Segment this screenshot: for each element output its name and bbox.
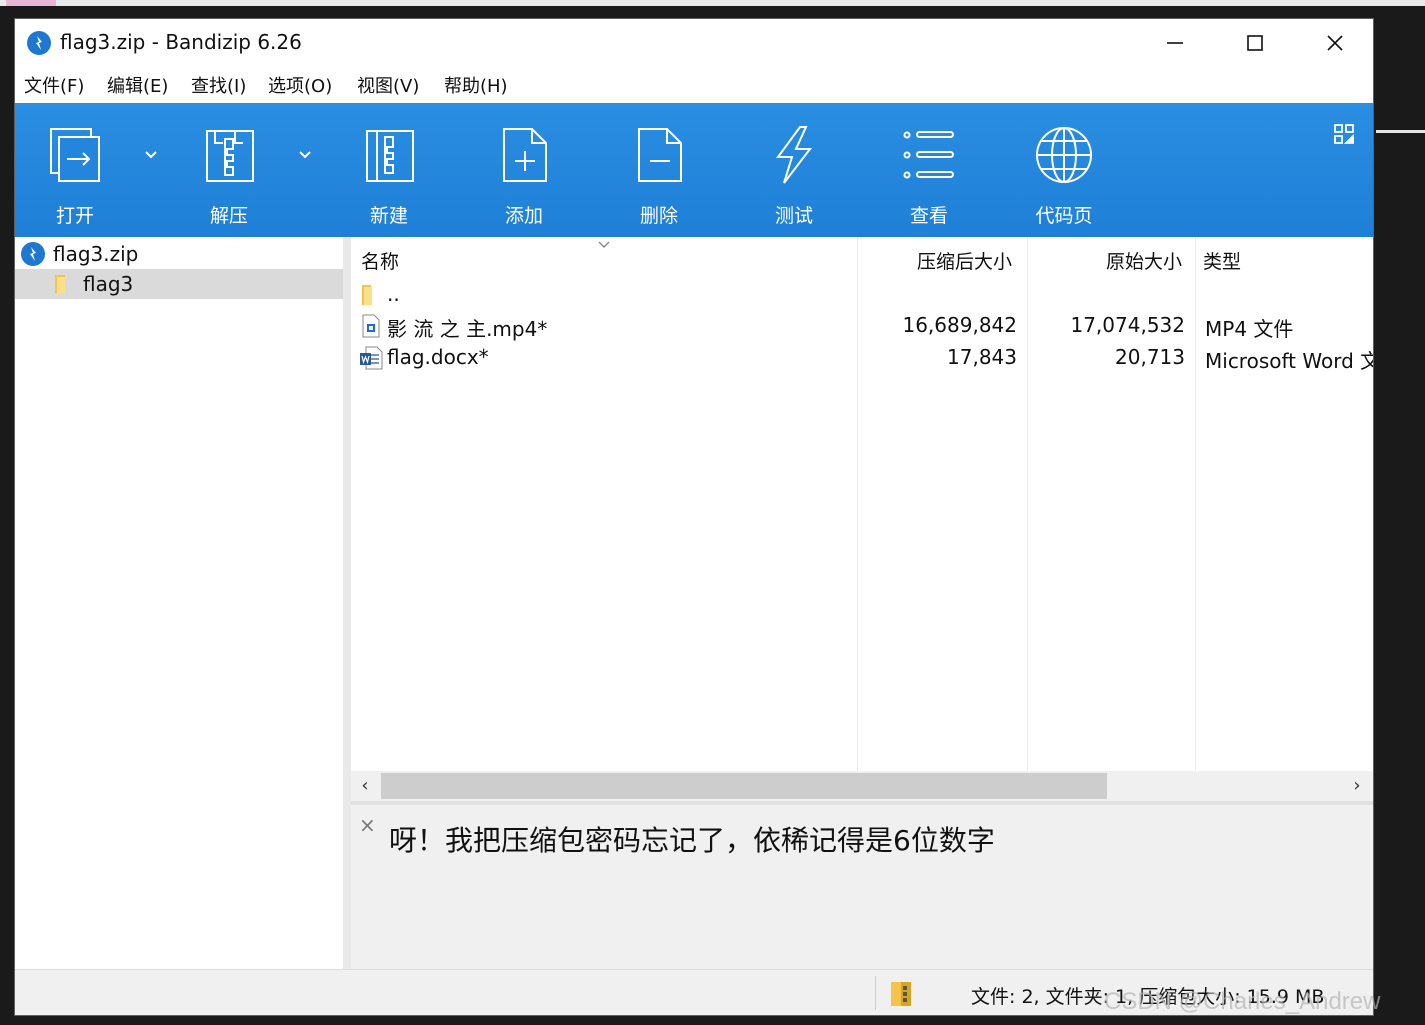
file-compressed-size: 16,689,842 xyxy=(902,313,1017,337)
zip-archive-icon xyxy=(21,242,45,266)
minimize-icon xyxy=(1167,42,1183,44)
menu-file[interactable]: 文件(F) xyxy=(24,72,84,98)
title-bar[interactable]: flag3.zip - Bandizip 6.26 xyxy=(15,19,1373,67)
window-title: flag3.zip - Bandizip 6.26 xyxy=(60,30,302,54)
table-row[interactable]: 影 流 之 主.mp4* 16,689,842 17,074,532 MP4 文… xyxy=(351,310,1373,342)
view-button[interactable]: 查看 xyxy=(879,103,979,237)
column-header-compressed[interactable]: 压缩后大小 xyxy=(917,247,1012,274)
new-archive-icon xyxy=(366,130,414,182)
status-divider xyxy=(875,976,876,1010)
open-button[interactable]: 打开 xyxy=(25,103,125,237)
background-line xyxy=(1376,130,1425,133)
extract-label: 解压 xyxy=(209,205,248,227)
tree-item-root[interactable]: flag3.zip xyxy=(15,239,343,269)
new-label: 新建 xyxy=(369,205,408,227)
table-row[interactable]: flag.docx* 17,843 20,713 Microsoft Word … xyxy=(351,342,1373,374)
word-file-icon xyxy=(360,346,383,370)
test-label: 测试 xyxy=(774,205,813,227)
horizontal-scrollbar[interactable]: ‹ › xyxy=(351,771,1373,801)
add-button[interactable]: 添加 xyxy=(474,103,574,237)
file-original-size: 17,074,532 xyxy=(1070,313,1185,337)
menu-bar: 文件(F) 编辑(E) 查找(I) 选项(O) 视图(V) 帮助(H) xyxy=(15,67,1373,103)
open-label: 打开 xyxy=(55,205,94,227)
file-type: MP4 文件 xyxy=(1205,317,1294,341)
tree-item-flag3[interactable]: flag3 xyxy=(15,269,343,299)
view-label: 查看 xyxy=(909,205,948,227)
tree-child-label: flag3 xyxy=(83,272,134,296)
file-name: 影 流 之 主.mp4* xyxy=(387,317,548,341)
delete-label: 删除 xyxy=(639,205,678,227)
scrollbar-thumb[interactable] xyxy=(381,773,1107,799)
desktop-top-strip xyxy=(0,0,1425,6)
scroll-right-arrow-icon[interactable]: › xyxy=(1347,775,1367,797)
folder-icon xyxy=(362,285,372,305)
file-type: Microsoft Word 文 xyxy=(1205,349,1373,373)
delete-file-icon xyxy=(638,128,682,182)
comment-close-icon[interactable]: × xyxy=(359,813,376,837)
bandizip-window: flag3.zip - Bandizip 6.26 文件(F) 编辑(E) 查找… xyxy=(14,18,1374,1016)
add-file-icon xyxy=(503,128,547,182)
archive-comment-panel: × 呀！我把压缩包密码忘记了，依稀记得是6位数字 xyxy=(351,801,1373,969)
close-button[interactable] xyxy=(1295,19,1375,67)
add-label: 添加 xyxy=(504,205,543,227)
table-row[interactable]: .. xyxy=(351,279,1373,311)
panel-splitter[interactable] xyxy=(343,237,351,969)
minimize-button[interactable] xyxy=(1135,19,1215,67)
test-button[interactable]: 测试 xyxy=(744,103,844,237)
menu-help[interactable]: 帮助(H) xyxy=(444,72,508,98)
tree-root-label: flag3.zip xyxy=(53,242,139,266)
extract-icon xyxy=(206,130,254,182)
file-name: flag.docx* xyxy=(387,345,489,369)
folder-tree: flag3.zip flag3 xyxy=(15,237,343,969)
delete-button[interactable]: 删除 xyxy=(609,103,709,237)
archive-status-icon xyxy=(891,982,911,1006)
extract-button[interactable]: 解压 xyxy=(179,103,279,237)
list-view-icon xyxy=(903,131,954,179)
globe-icon xyxy=(1036,127,1092,183)
scroll-left-arrow-icon[interactable]: ‹ xyxy=(355,775,375,797)
maximize-icon xyxy=(1247,35,1263,51)
open-dropdown-chevron-icon[interactable] xyxy=(141,147,161,163)
maximize-button[interactable] xyxy=(1215,19,1295,67)
menu-edit[interactable]: 编辑(E) xyxy=(107,72,168,98)
sort-chevron-icon xyxy=(598,241,610,248)
menu-find[interactable]: 查找(I) xyxy=(191,72,246,98)
column-header-type[interactable]: 类型 xyxy=(1203,247,1241,274)
codepage-label: 代码页 xyxy=(1035,205,1093,227)
close-icon xyxy=(1327,35,1343,51)
csdn-watermark: CSDN @Charles_Andrew xyxy=(1104,988,1381,1015)
layout-grid-icon[interactable] xyxy=(1333,123,1355,145)
video-file-icon xyxy=(362,314,380,338)
file-list: 名称 压缩后大小 原始大小 类型 .. 影 流 之 主.mp4* 16,689,… xyxy=(351,237,1373,771)
file-compressed-size: 17,843 xyxy=(947,345,1017,369)
column-header-original[interactable]: 原始大小 xyxy=(1106,247,1182,274)
menu-view[interactable]: 视图(V) xyxy=(357,72,419,98)
bandizip-logo-icon xyxy=(27,31,51,55)
file-name: .. xyxy=(387,282,400,306)
menu-options[interactable]: 选项(O) xyxy=(268,72,332,98)
folder-icon xyxy=(55,275,65,293)
codepage-button[interactable]: 代码页 xyxy=(1014,103,1114,237)
extract-dropdown-chevron-icon[interactable] xyxy=(295,147,315,163)
open-icon xyxy=(50,128,100,182)
new-button[interactable]: 新建 xyxy=(339,103,439,237)
archive-comment-text: 呀！我把压缩包密码忘记了，依稀记得是6位数字 xyxy=(389,824,995,857)
file-original-size: 20,713 xyxy=(1115,345,1185,369)
toolbar: 打开 解压 新建 添加 删除 测试 查看 代码页 xyxy=(15,103,1373,237)
desktop-tab-fragment xyxy=(6,0,56,6)
lightning-icon xyxy=(776,126,813,184)
column-header-name[interactable]: 名称 xyxy=(361,247,399,274)
